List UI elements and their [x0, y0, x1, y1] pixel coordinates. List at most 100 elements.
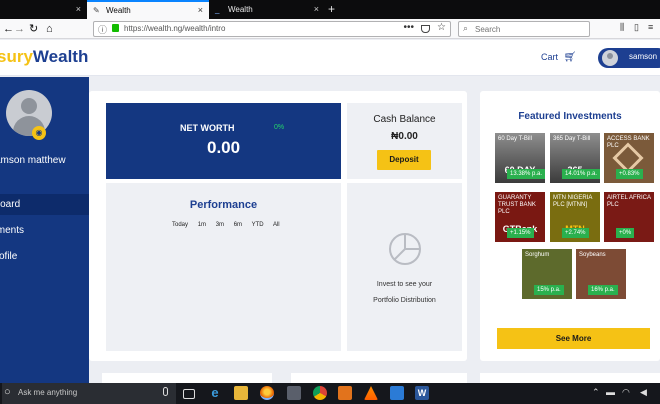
sidebar-item-label: hboard	[0, 199, 21, 210]
camera-icon[interactable]: ◉	[32, 126, 46, 140]
info-icon[interactable]: ⓘ	[98, 23, 107, 36]
word-icon[interactable]: W	[415, 386, 429, 400]
performance-title: Performance	[189, 199, 258, 211]
range-all[interactable]: All	[273, 222, 280, 228]
portfolio-message-line-2: Portfolio Distribution	[373, 297, 436, 304]
tray-chevron-icon[interactable]: ⌃	[592, 387, 600, 398]
sidebar-toggle-icon[interactable]: ▯	[634, 22, 639, 33]
browser-tab-active[interactable]: ✎ Wealth ×	[87, 0, 209, 19]
library-icon[interactable]: ⫼	[620, 22, 624, 33]
forward-icon[interactable]: →	[14, 22, 25, 36]
featured-investments-panel: Featured Investments 60 Day T-Bill 60 DA…	[480, 91, 660, 361]
tab-close-icon[interactable]: ×	[198, 2, 203, 19]
investment-rate: +2.74%	[562, 228, 589, 238]
deposit-button[interactable]: Deposit	[377, 150, 431, 170]
taskbar-search-input[interactable]: ○ Ask me anything	[2, 383, 176, 404]
search-icon: ○	[4, 386, 11, 398]
range-1m[interactable]: 1m	[198, 222, 206, 228]
page-actions-icon[interactable]: •••	[403, 22, 414, 33]
home-icon[interactable]: ⌂	[46, 22, 53, 36]
logo-part-2: Wealth	[32, 47, 89, 66]
portfolio-empty-message: Invest to see your Portfolio Distributio…	[347, 277, 462, 309]
url-bar[interactable]: ⓘ https://wealth.ng/wealth/intro ••• ☆	[93, 21, 451, 37]
cash-balance-card: Cash Balance ₦0.00 Deposit	[347, 103, 462, 179]
menu-icon[interactable]: ≡	[648, 22, 653, 32]
investment-rate: +0.83%	[616, 169, 643, 179]
investment-card[interactable]: MTN NIGERIA PLC [MTNN] MTN +2.74%	[550, 192, 600, 242]
investment-card[interactable]: Sorghum 15% p.a.	[522, 249, 572, 299]
cart-link[interactable]: Cart 🛒︎	[541, 52, 576, 63]
net-worth-value: 0.00	[207, 138, 241, 157]
bookmark-star-icon[interactable]: ☆	[437, 22, 446, 33]
dashboard-panel: NET WORTH 0% 0.00 Cash Balance ₦0.00 Dep…	[89, 91, 467, 361]
range-6m[interactable]: 6m	[234, 222, 242, 228]
investment-card[interactable]: Soybeans 16% p.a.	[576, 249, 626, 299]
task-view-icon[interactable]	[183, 389, 195, 399]
range-3m[interactable]: 3m	[216, 222, 224, 228]
search-icon: ⌕	[463, 23, 469, 33]
investment-name: GUARANTY TRUST BANK PLC	[498, 195, 536, 215]
tab-close-icon[interactable]: ×	[76, 0, 81, 19]
sidebar-item-dashboard[interactable]: hboard	[0, 194, 89, 215]
app-icon[interactable]	[338, 386, 352, 400]
see-more-button[interactable]: See More	[497, 328, 650, 349]
sidebar: ◉ amson matthew hboard stments Profile	[0, 77, 89, 383]
firefox-icon[interactable]	[260, 386, 274, 400]
investment-name: Soybeans	[579, 252, 606, 258]
volume-icon[interactable]: ◀	[640, 387, 647, 398]
back-icon[interactable]: ←	[3, 22, 14, 36]
chrome-icon[interactable]	[313, 386, 327, 400]
investment-card[interactable]: 60 Day T-Bill 60 DAY 13.38% p.a.	[495, 133, 545, 183]
cart-label: Cart	[541, 52, 559, 62]
cart-icon: 🛒︎	[563, 52, 577, 63]
browser-tab-strip: × ✎ Wealth × _ Wealth × +	[0, 0, 660, 19]
pocket-icon[interactable]	[421, 25, 430, 33]
edge-icon[interactable]: e	[208, 386, 222, 400]
logo[interactable]: suryWealth	[0, 47, 88, 67]
pie-chart-icon	[389, 233, 421, 265]
investment-name: 60 Day T-Bill	[498, 136, 532, 142]
tab-label: Wealth	[228, 5, 253, 14]
lock-icon	[112, 24, 119, 32]
sidebar-item-investments[interactable]: stments	[0, 220, 89, 241]
investment-rate: +1.15%	[507, 228, 534, 238]
vlc-icon[interactable]	[364, 386, 378, 400]
sidebar-item-label: stments	[0, 225, 25, 236]
app-icon[interactable]	[287, 386, 301, 400]
sidebar-item-label: Profile	[0, 251, 18, 262]
microphone-icon[interactable]	[163, 387, 168, 396]
site-header: suryWealth Cart 🛒︎ samson	[0, 40, 660, 76]
portfolio-distribution-card: Invest to see your Portfolio Distributio…	[347, 183, 462, 351]
file-explorer-icon[interactable]	[234, 386, 248, 400]
investment-card[interactable]: AIRTEL AFRICA PLC +0%	[604, 192, 654, 242]
performance-range-selector: Today 1m 3m 6m YTD All	[172, 222, 288, 228]
reload-icon[interactable]: ↻	[29, 22, 38, 36]
featured-title: Featured Investments	[518, 111, 622, 122]
tray-app-icon[interactable]: ▬	[606, 387, 615, 397]
sidebar-item-profile[interactable]: Profile	[0, 246, 89, 267]
range-today[interactable]: Today	[172, 222, 188, 228]
investment-rate: +0%	[616, 228, 635, 238]
new-tab-button[interactable]: +	[328, 0, 335, 18]
investment-name: ACCESS BANK PLC	[607, 136, 650, 149]
investment-rate: 16% p.a.	[588, 285, 618, 295]
investment-card[interactable]: 365 Day T-Bill 365 14.01% p.a.	[550, 133, 600, 183]
url-text[interactable]: https://wealth.ng/wealth/intro	[124, 24, 225, 33]
user-menu-button[interactable]: samson	[598, 48, 660, 68]
net-worth-change: 0%	[274, 124, 285, 131]
browser-navbar: ← → ↻ ⌂ ⓘ https://wealth.ng/wealth/intro…	[0, 19, 660, 39]
vscode-icon[interactable]	[390, 386, 404, 400]
range-ytd[interactable]: YTD	[252, 222, 264, 228]
browser-search-input[interactable]: ⌕ Search	[458, 21, 590, 37]
tab-close-icon[interactable]: ×	[314, 0, 319, 19]
browser-tab[interactable]: _ Wealth ×	[209, 0, 325, 19]
investment-card[interactable]: ACCESS BANK PLC +0.83%	[604, 133, 654, 183]
wifi-icon[interactable]: ◠	[622, 387, 630, 398]
net-worth-card: NET WORTH 0% 0.00	[106, 103, 341, 179]
taskbar-search-placeholder: Ask me anything	[18, 388, 78, 397]
tab-favicon-icon: ✎	[93, 6, 100, 15]
investment-card[interactable]: GUARANTY TRUST BANK PLC GTBank +1.15%	[495, 192, 545, 242]
investment-rate: 13.38% p.a.	[507, 169, 545, 179]
browser-tab[interactable]: ×	[0, 0, 87, 19]
tab-favicon-icon: _	[215, 5, 220, 14]
